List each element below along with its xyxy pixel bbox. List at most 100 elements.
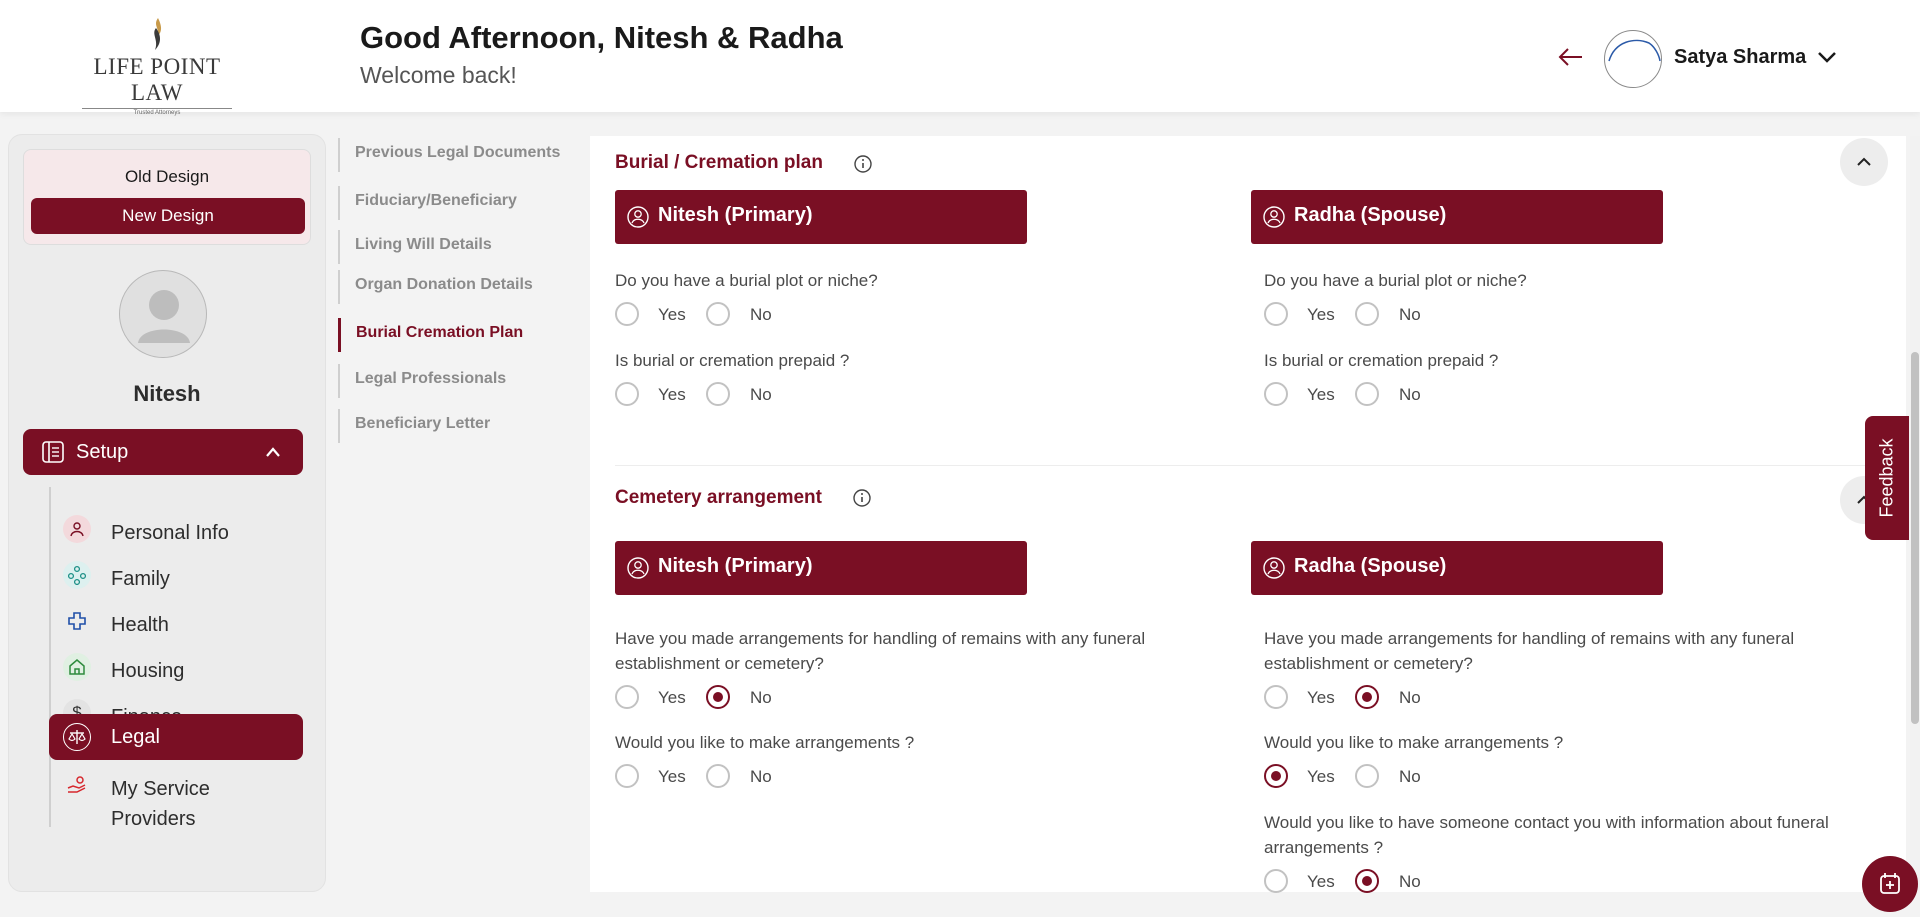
setup-book-icon bbox=[42, 441, 64, 463]
remains-primary-no-radio[interactable] bbox=[706, 685, 730, 709]
burial-plot-spouse-no-radio[interactable] bbox=[1355, 302, 1379, 326]
spouse-name: Radha (Spouse) bbox=[1294, 204, 1447, 226]
sidebar-item-label: Housing bbox=[111, 660, 185, 682]
yes-label: Yes bbox=[1307, 688, 1335, 707]
yes-label: Yes bbox=[1307, 872, 1335, 891]
person-circle-icon bbox=[627, 557, 649, 579]
no-label: No bbox=[1399, 385, 1421, 404]
no-label: No bbox=[1399, 872, 1421, 891]
burial-section-title: Burial / Cremation plan bbox=[615, 152, 823, 173]
user-name[interactable]: Satya Sharma bbox=[1674, 46, 1806, 69]
scales-icon bbox=[63, 723, 91, 751]
prepaid-primary-no-radio[interactable] bbox=[706, 382, 730, 406]
logo-text: LIFE POINT LAW bbox=[93, 54, 221, 105]
spouse-name: Radha (Spouse) bbox=[1294, 555, 1447, 577]
no-label: No bbox=[750, 385, 772, 404]
subnav-living-will-details[interactable]: Living Will Details bbox=[338, 230, 578, 264]
sidebar-item-personal-info[interactable]: Personal Info bbox=[49, 506, 303, 552]
person-circle-icon bbox=[1263, 206, 1285, 228]
prepaid-question: Is burial or cremation prepaid ? bbox=[615, 351, 850, 370]
burial-spouse-header: Radha (Spouse) bbox=[1251, 190, 1663, 244]
sidebar-item-label: Health bbox=[111, 614, 169, 636]
logo-tagline: Trusted Attorneys bbox=[82, 108, 232, 116]
no-label: No bbox=[750, 305, 772, 324]
calendar-plus-icon bbox=[1880, 873, 1900, 894]
remains-spouse-no-radio[interactable] bbox=[1355, 685, 1379, 709]
subnav-burial-cremation-plan[interactable]: Burial Cremation Plan bbox=[338, 318, 578, 352]
make-arrangements-question: Would you like to make arrangements ? bbox=[615, 733, 915, 752]
sidebar-item-family[interactable]: Family bbox=[49, 552, 303, 598]
logo-flame-icon bbox=[154, 18, 162, 50]
sidebar-item-label: Legal bbox=[111, 726, 160, 748]
remains-arrangement-question: Have you made arrangements for handling … bbox=[615, 629, 1146, 673]
prepaid-primary-yes-radio[interactable] bbox=[615, 382, 639, 406]
new-design-button[interactable]: New Design bbox=[31, 198, 305, 234]
calendar-add-button[interactable] bbox=[1862, 856, 1918, 912]
primary-name: Nitesh (Primary) bbox=[658, 204, 813, 226]
subnav-previous-legal-documents[interactable]: Previous Legal Documents bbox=[338, 138, 578, 172]
burial-plot-primary-yes-radio[interactable] bbox=[615, 302, 639, 326]
cemetery-primary-header: Nitesh (Primary) bbox=[615, 541, 1027, 595]
sidebar-item-legal[interactable]: Legal bbox=[49, 714, 303, 760]
old-design-button[interactable]: Old Design bbox=[24, 167, 310, 187]
contact-info-spouse-no-radio[interactable] bbox=[1355, 869, 1379, 893]
yes-label: Yes bbox=[1307, 767, 1335, 786]
yes-label: Yes bbox=[1307, 305, 1335, 324]
burial-plot-primary-no-radio[interactable] bbox=[706, 302, 730, 326]
setup-menu-toggle[interactable]: Setup bbox=[23, 429, 303, 475]
brand-logo[interactable]: LIFE POINT LAW Trusted Attorneys bbox=[72, 16, 242, 116]
page-greeting: Good Afternoon, Nitesh & Radha bbox=[360, 20, 843, 55]
person-icon bbox=[63, 515, 91, 543]
sidebar: Old Design New Design Nitesh Setup Perso… bbox=[8, 134, 326, 892]
user-avatar[interactable] bbox=[1604, 30, 1662, 88]
subnav-legal-professionals[interactable]: Legal Professionals bbox=[338, 364, 578, 398]
cemetery-spouse-header: Radha (Spouse) bbox=[1251, 541, 1663, 595]
home-icon bbox=[63, 653, 91, 681]
make-arrangements-question: Would you like to make arrangements ? bbox=[1264, 733, 1564, 752]
prepaid-spouse-no-radio[interactable] bbox=[1355, 382, 1379, 406]
service-hand-icon bbox=[63, 771, 91, 799]
make-arrangements-primary-yes-radio[interactable] bbox=[615, 764, 639, 788]
main-content: Burial / Cremation plan Nitesh (Primary)… bbox=[590, 136, 1906, 893]
scrollbar-thumb[interactable] bbox=[1911, 352, 1919, 724]
burial-plot-spouse-yes-radio[interactable] bbox=[1264, 302, 1288, 326]
subnav-beneficiary-letter[interactable]: Beneficiary Letter bbox=[338, 409, 578, 443]
make-arrangements-spouse-no-radio[interactable] bbox=[1355, 764, 1379, 788]
prepaid-spouse-yes-radio[interactable] bbox=[1264, 382, 1288, 406]
yes-label: Yes bbox=[1307, 385, 1335, 404]
subnav-organ-donation-details[interactable]: Organ Donation Details bbox=[338, 270, 578, 304]
no-label: No bbox=[1399, 767, 1421, 786]
info-icon[interactable] bbox=[852, 488, 872, 508]
yes-label: Yes bbox=[658, 767, 686, 786]
burial-collapse-button[interactable] bbox=[1840, 138, 1888, 186]
no-label: No bbox=[750, 688, 772, 707]
make-arrangements-spouse-yes-radio[interactable] bbox=[1264, 764, 1288, 788]
sidebar-item-label: Personal Info bbox=[111, 522, 229, 544]
top-header: LIFE POINT LAW Trusted Attorneys Good Af… bbox=[0, 0, 1920, 116]
contact-info-spouse-yes-radio[interactable] bbox=[1264, 869, 1288, 893]
back-arrow-icon[interactable] bbox=[1556, 46, 1586, 68]
profile-name: Nitesh bbox=[133, 381, 201, 406]
info-icon[interactable] bbox=[853, 154, 873, 174]
feedback-tab[interactable]: Feedback bbox=[1865, 416, 1909, 540]
subnav-fiduciary-beneficiary[interactable]: Fiduciary/Beneficiary bbox=[338, 186, 578, 220]
remains-spouse-yes-radio[interactable] bbox=[1264, 685, 1288, 709]
chevron-down-icon[interactable] bbox=[1816, 48, 1838, 66]
avatar-sketch-icon bbox=[1608, 39, 1661, 62]
make-arrangements-primary-no-radio[interactable] bbox=[706, 764, 730, 788]
burial-primary-header: Nitesh (Primary) bbox=[615, 190, 1027, 244]
health-cross-icon bbox=[63, 607, 91, 635]
remains-primary-yes-radio[interactable] bbox=[615, 685, 639, 709]
page-subtitle: Welcome back! bbox=[360, 62, 517, 88]
burial-plot-question: Do you have a burial plot or niche? bbox=[615, 271, 878, 290]
remains-arrangement-question: Have you made arrangements for handling … bbox=[1264, 629, 1795, 673]
yes-label: Yes bbox=[658, 385, 686, 404]
yes-label: Yes bbox=[658, 688, 686, 707]
chevron-up-icon bbox=[266, 447, 280, 457]
no-label: No bbox=[1399, 688, 1421, 707]
sidebar-item-health[interactable]: Health bbox=[49, 598, 303, 644]
sidebar-item-service-providers[interactable]: My Service Providers bbox=[49, 762, 303, 830]
sidebar-item-housing[interactable]: Housing bbox=[49, 644, 303, 690]
family-icon bbox=[63, 561, 91, 589]
sidebar-item-label: My Service Providers bbox=[111, 778, 210, 830]
